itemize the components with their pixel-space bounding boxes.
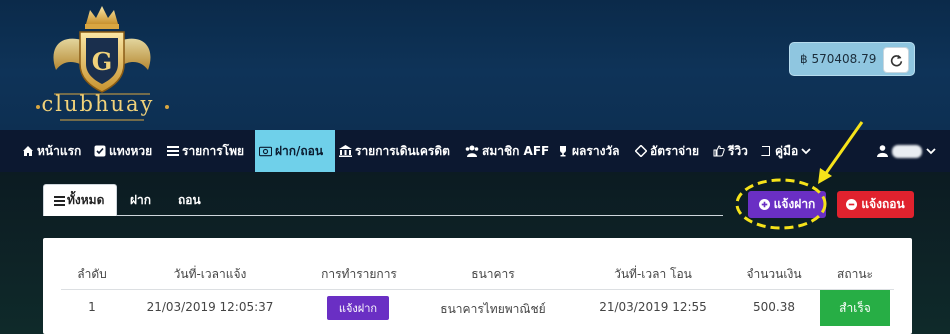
tab-label: ฝาก xyxy=(130,192,152,207)
svg-text:G: G xyxy=(92,47,113,76)
site-header: G clubhuay ฿ 570408.79 xyxy=(0,0,950,130)
tab-deposit[interactable]: ฝาก xyxy=(130,184,151,216)
column-header-type: การทำรายการ xyxy=(321,267,397,281)
plus-circle-icon xyxy=(758,199,770,210)
column-header-bank: ธนาคาร xyxy=(471,267,515,281)
cell-notified-at: 21/03/2019 12:05:37 xyxy=(146,300,274,314)
column-header-transferred-at: วันที่-เวลา โอน xyxy=(614,267,692,281)
nav-label: คู่มือ xyxy=(775,143,799,158)
money-icon xyxy=(259,146,272,156)
balance-value: 570408.79 xyxy=(811,52,877,66)
nav-label: รีวิว xyxy=(728,143,748,158)
refresh-icon xyxy=(890,54,902,66)
nav-label: ฝาก/ถอน xyxy=(275,143,324,158)
chevron-down-icon xyxy=(926,148,936,155)
column-header-index: ลำดับ xyxy=(77,267,107,281)
column-header-status: สถานะ xyxy=(837,267,873,281)
transaction-filter-tabs: ทั้งหมด ฝาก ถอน xyxy=(43,184,723,216)
notify-withdraw-button[interactable]: แจ้งถอน xyxy=(837,191,914,218)
logo-wordmark: clubhuay xyxy=(41,92,155,116)
cell-transferred-at: 21/03/2019 12:55 xyxy=(599,300,707,314)
nav-item-bet-lottery[interactable]: แทงหวย xyxy=(94,130,152,172)
checkbox-icon xyxy=(94,145,106,157)
button-label: แจ้งถอน xyxy=(861,197,905,211)
balance-display: ฿ 570408.79 xyxy=(789,42,915,76)
refresh-balance-button[interactable] xyxy=(883,47,909,73)
trophy-icon xyxy=(560,146,566,157)
status-badge: สำเร็จ xyxy=(820,290,890,326)
column-header-amount: จำนวนเงิน xyxy=(746,267,802,281)
tab-label: ถอน xyxy=(178,192,201,207)
nav-item-results[interactable]: ผลรางวัล xyxy=(557,130,620,172)
nav-label: หน้าแรก xyxy=(37,143,82,158)
nav-item-bet-list[interactable]: รายการโพย xyxy=(167,130,244,172)
username-redacted xyxy=(892,144,922,158)
cell-type-badge: แจ้งฝาก xyxy=(327,296,389,320)
tab-withdraw[interactable]: ถอน xyxy=(178,184,201,216)
table-divider xyxy=(61,289,894,290)
nav-item-payout-rates[interactable]: อัตราจ่าย xyxy=(635,130,699,172)
minus-circle-icon xyxy=(846,199,858,210)
users-icon xyxy=(465,145,479,157)
nav-label: สมาชิก AFF xyxy=(482,143,550,158)
thumbs-up-icon xyxy=(713,145,725,157)
nav-item-credit-history[interactable]: รายการเดินเครดิต xyxy=(339,130,450,172)
balance-amount: ฿ 570408.79 xyxy=(800,52,876,66)
user-icon xyxy=(877,145,888,157)
diamond-icon xyxy=(635,145,647,157)
nav-label: รายการเดินเครดิต xyxy=(355,143,450,158)
main-navbar: หน้าแรก แทงหวย รายการโพย ฝาก/ถอน รายการเ… xyxy=(0,130,950,172)
cell-bank: ธนาคารไทยพาณิชย์ xyxy=(440,302,546,316)
currency-symbol: ฿ xyxy=(800,52,808,66)
list-icon xyxy=(167,146,179,156)
user-menu[interactable] xyxy=(877,130,936,172)
nav-item-affiliate[interactable]: สมาชิก AFF xyxy=(465,130,549,172)
home-icon xyxy=(23,146,33,156)
nav-label: ผลรางวัล xyxy=(572,143,620,158)
bank-icon xyxy=(339,145,352,157)
button-label: แจ้งฝาก xyxy=(773,197,816,211)
nav-label: รายการโพย xyxy=(182,143,245,158)
nav-label: อัตราจ่าย xyxy=(650,143,699,158)
transactions-table: ลำดับ วันที่-เวลาแจ้ง การทำรายการ ธนาคาร… xyxy=(43,238,912,334)
chevron-down-icon xyxy=(801,148,811,155)
nav-item-manual[interactable]: คู่มือ xyxy=(760,130,811,172)
notify-deposit-button[interactable]: แจ้งฝาก xyxy=(748,191,826,218)
cell-index: 1 xyxy=(88,300,96,314)
nav-item-reviews[interactable]: รีวิว xyxy=(713,130,748,172)
nav-item-home[interactable]: หน้าแรก xyxy=(22,130,81,172)
book-icon xyxy=(761,146,770,156)
nav-label: แทงหวย xyxy=(109,143,153,158)
tab-label: ทั้งหมด xyxy=(67,193,105,207)
nav-item-deposit-withdraw[interactable]: ฝาก/ถอน xyxy=(255,130,335,172)
column-header-notified-at: วันที่-เวลาแจ้ง xyxy=(173,267,247,281)
tab-all[interactable]: ทั้งหมด xyxy=(43,184,117,216)
cell-amount: 500.38 xyxy=(753,300,795,314)
list-icon xyxy=(54,195,65,206)
